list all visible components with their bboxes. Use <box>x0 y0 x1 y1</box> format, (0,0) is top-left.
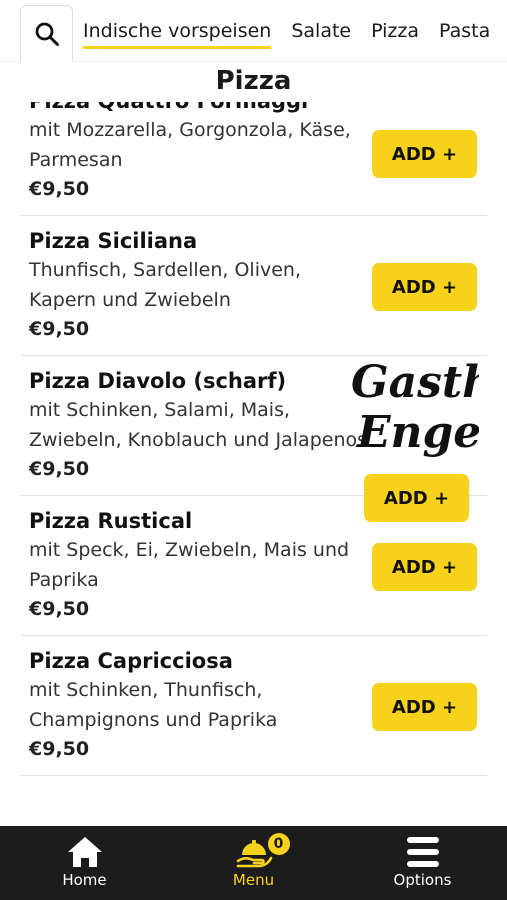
item-name: Pizza Rustical <box>29 509 193 533</box>
tab-pizza[interactable]: Pizza <box>371 19 439 43</box>
gasthof-engel-logo-watermark: Gasthof Engel <box>351 358 479 468</box>
category-tabs: Indische vorspeisen Salate Pizza Pasta <box>83 0 507 62</box>
menu-item: Pizza Capricciosa mit Schinken, Thunfisc… <box>20 636 487 776</box>
item-name: Pizza Siciliana <box>29 229 198 253</box>
menu-item-list[interactable]: Pizza Quattro Formaggi mit Mozzarella, G… <box>0 102 507 826</box>
item-price: €9,50 <box>29 178 90 200</box>
tab-indische-vorspeisen[interactable]: Indische vorspeisen <box>83 19 291 49</box>
top-bar: Indische vorspeisen Salate Pizza Pasta <box>0 0 507 62</box>
add-button[interactable]: ADD + <box>372 683 477 731</box>
item-description: Thunfisch, Sardellen, Oliven, Kapern und… <box>29 259 301 311</box>
add-button[interactable]: ADD + <box>372 543 477 591</box>
tab-salate[interactable]: Salate <box>291 19 371 43</box>
search-icon <box>35 22 59 46</box>
search-button[interactable] <box>20 5 73 62</box>
item-price: €9,50 <box>29 598 90 620</box>
item-price: €9,50 <box>29 738 90 760</box>
nav-options[interactable]: Options <box>338 826 507 900</box>
cart-count-badge: 0 <box>267 833 290 855</box>
watermark-line-2: Engel <box>357 407 479 458</box>
nav-options-label: Options <box>393 871 452 889</box>
nav-menu-label: Menu <box>232 871 275 889</box>
add-button[interactable]: ADD + <box>372 130 477 178</box>
watermark-line-1: Gasthof <box>351 358 479 408</box>
item-price: €9,50 <box>29 318 90 340</box>
nav-home[interactable]: Home <box>0 826 169 900</box>
item-name: Pizza Capricciosa <box>29 649 233 673</box>
menu-item: Gasthof Engel Pizza Diavolo (scharf) mit… <box>20 356 487 522</box>
item-description: mit Schinken, Salami, Mais, Zwiebeln, Kn… <box>29 399 368 451</box>
item-description: mit Speck, Ei, Zwiebeln, Mais und Paprik… <box>29 539 350 591</box>
menu-item: Pizza Siciliana Thunfisch, Sardellen, Ol… <box>20 216 487 356</box>
nav-menu[interactable]: 0 Menu <box>169 826 338 900</box>
tab-pasta[interactable]: Pasta <box>439 19 507 43</box>
menu-item: Pizza Quattro Formaggi mit Mozzarella, G… <box>20 102 487 216</box>
hamburger-menu-icon <box>406 837 439 867</box>
item-name: Pizza Quattro Formaggi <box>29 102 487 116</box>
item-description: mit Schinken, Thunfisch, Champignons und… <box>29 679 278 731</box>
bottom-navigation: Home 0 Menu Options <box>0 826 507 900</box>
service-bell-icon <box>236 840 272 868</box>
section-title: Pizza <box>0 62 507 102</box>
add-button[interactable]: ADD + <box>372 263 477 311</box>
menu-item: Pizza Rustical mit Speck, Ei, Zwiebeln, … <box>20 496 487 636</box>
item-description: mit Mozzarella, Gorgonzola, Käse, Parmes… <box>29 119 351 171</box>
home-icon <box>67 837 102 867</box>
nav-home-label: Home <box>62 871 107 889</box>
